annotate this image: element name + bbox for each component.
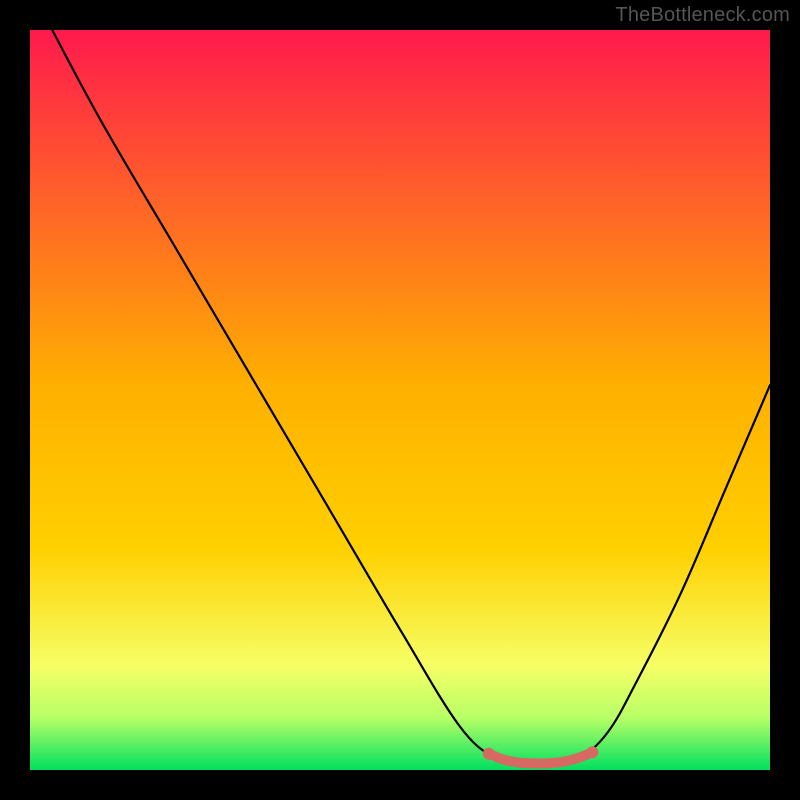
watermark-text: TheBottleneck.com: [615, 4, 790, 27]
gradient-background: [30, 30, 770, 770]
optimal-band-start-dot: [483, 748, 495, 760]
chart-frame: TheBottleneck.com: [0, 0, 800, 800]
chart-svg: [30, 30, 770, 770]
bottleneck-plot: [30, 30, 770, 770]
optimal-band-end-dot: [586, 746, 598, 758]
